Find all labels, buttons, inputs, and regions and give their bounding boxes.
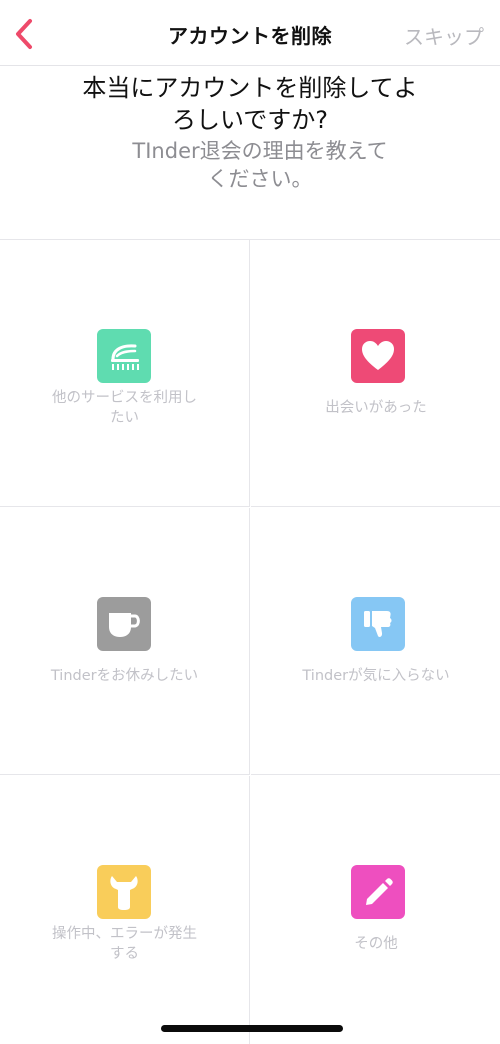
- delete-question: 本当にアカウントを削除してよ ろしいですか?: [60, 72, 440, 136]
- question-line-1: 本当にアカウントを削除してよ: [82, 74, 418, 102]
- thumbs-down-icon: [364, 611, 392, 637]
- home-indicator: [161, 1025, 343, 1032]
- wrench-icon: [110, 876, 138, 910]
- wrench-icon-tile: [97, 865, 151, 919]
- reason-dislike-tinder[interactable]: Tinderが気に入らない: [251, 508, 500, 775]
- reason-other-service[interactable]: 他のサービスを利用し たい: [0, 240, 250, 507]
- reason-label-line-1: 操作中、エラーが発生: [52, 926, 197, 942]
- subtitle-line-1: TInder退会の理由を教えて: [132, 139, 388, 163]
- coffee-cup-icon-tile: [97, 597, 151, 651]
- reason-label: その他: [354, 936, 398, 952]
- shower-icon: [111, 344, 139, 370]
- coffee-cup-icon: [109, 613, 140, 637]
- pencil-icon-tile: [351, 865, 405, 919]
- reason-error[interactable]: 操作中、エラーが発生 する: [0, 776, 250, 1044]
- heart-icon-tile: [351, 329, 405, 383]
- shower-icon-tile: [97, 329, 151, 383]
- reason-label-line-1: 他のサービスを利用し: [52, 390, 197, 406]
- reason-label: 操作中、エラーが発生 する: [40, 924, 209, 964]
- heart-icon: [362, 341, 394, 370]
- reason-found-someone[interactable]: 出会いがあった: [251, 240, 500, 507]
- thumbs-down-icon-tile: [351, 597, 405, 651]
- reason-take-break[interactable]: Tinderをお休みしたい: [0, 508, 250, 775]
- subtitle-line-2: ください。: [207, 167, 313, 191]
- skip-button[interactable]: スキップ: [404, 21, 484, 50]
- reason-subtitle: TInder退会の理由を教えて ください。: [125, 137, 395, 193]
- reason-grid: 他のサービスを利用し たい 出会いがあった Tinderをお休みしたい Tind…: [0, 239, 500, 1044]
- reason-label: Tinderをお休みしたい: [50, 668, 199, 684]
- reason-label: 出会いがあった: [325, 400, 427, 416]
- pencil-icon: [366, 878, 393, 905]
- reason-label-line-2: たい: [110, 410, 139, 426]
- navigation-bar: アカウントを削除 スキップ: [0, 0, 500, 66]
- reason-label: 他のサービスを利用し たい: [40, 388, 209, 428]
- reason-label-line-2: する: [110, 946, 139, 962]
- reason-label: Tinderが気に入らない: [302, 668, 450, 684]
- reason-other[interactable]: その他: [251, 776, 500, 1043]
- question-line-2: ろしいですか?: [171, 106, 329, 134]
